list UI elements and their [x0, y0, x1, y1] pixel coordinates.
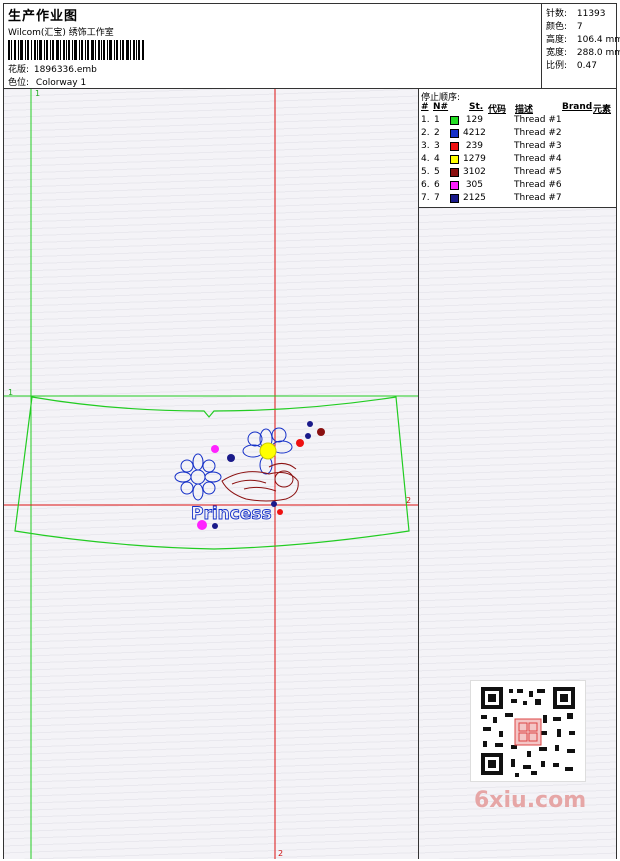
color-swatch: [450, 116, 459, 125]
studio-name: Wilcom(汇宝) 绣饰工作室: [8, 28, 114, 38]
stat-height: 高度: 106.4 mm: [546, 35, 620, 45]
row-num: 1.: [421, 115, 430, 125]
col-st: St.: [469, 102, 484, 112]
row-n: 6: [434, 180, 440, 190]
colorway-label: 色位:: [8, 78, 30, 88]
table-row: 5. 5 3102 Thread #5: [419, 167, 616, 180]
table-row: 3. 3 239 Thread #3: [419, 141, 616, 154]
col-num: #: [421, 102, 429, 112]
row-description: Thread #7: [514, 193, 562, 203]
watermark: 6xiu.com: [474, 788, 587, 813]
page-title: 生产作业图: [8, 9, 79, 24]
table-row: 1. 1 129 Thread #1: [419, 115, 616, 128]
row-n: 3: [434, 141, 440, 151]
row-stitches: 3102: [463, 167, 486, 177]
row-n: 5: [434, 167, 440, 177]
row-stitches: 305: [465, 180, 483, 190]
table-row: 2. 2 4212 Thread #2: [419, 128, 616, 141]
barcode: [8, 40, 144, 60]
row-description: Thread #3: [514, 141, 562, 151]
stat-colors: 颜色: 7: [546, 22, 583, 32]
pattern-label: 花版:: [8, 65, 30, 75]
header: 生产作业图 Wilcom(汇宝) 绣饰工作室 花版: 1896336.emb 色…: [4, 4, 620, 89]
colorway-value: Colorway 1: [35, 78, 87, 88]
color-swatch: [450, 168, 459, 177]
design-text: Princess: [191, 504, 272, 524]
guide-label-top: 1: [35, 89, 40, 98]
guide-label-right: 2: [406, 496, 411, 505]
row-n: 2: [434, 128, 440, 138]
stats-box: 针数: 11393 颜色: 7 高度: 106.4 mm 宽度: 288.0 m…: [541, 4, 620, 88]
color-swatch: [450, 129, 459, 138]
row-num: 5.: [421, 167, 430, 177]
row-description: Thread #4: [514, 154, 562, 164]
stat-stitches: 针数: 11393: [546, 9, 606, 19]
row-description: Thread #6: [514, 180, 562, 190]
design-canvas: 1 1 2 2 Princess: [4, 89, 419, 859]
colorway-row: 色位: Colorway 1: [8, 75, 86, 88]
pattern-value: 1896336.emb: [33, 65, 97, 75]
row-n: 1: [434, 115, 440, 125]
row-num: 2.: [421, 128, 430, 138]
table-row: 7. 7 2125 Thread #7: [419, 193, 616, 206]
qr-svg: [481, 687, 575, 777]
hoop-outline: [14, 396, 410, 550]
color-swatch: [450, 181, 459, 190]
col-brand: Brand: [562, 102, 593, 112]
row-num: 6.: [421, 180, 430, 190]
table-row: 6. 6 305 Thread #6: [419, 180, 616, 193]
stat-width: 宽度: 288.0 mm: [546, 48, 620, 58]
color-swatch: [450, 194, 459, 203]
col-desc: 描述: [515, 105, 534, 115]
row-stitches: 2125: [463, 193, 486, 203]
row-description: Thread #5: [514, 167, 562, 177]
row-num: 3.: [421, 141, 430, 151]
row-stitches: 239: [465, 141, 483, 151]
embroidery-design: Princess: [174, 421, 325, 530]
row-num: 4.: [421, 154, 430, 164]
pattern-row: 花版: 1896336.emb: [8, 62, 97, 75]
row-stitches: 1279: [463, 154, 486, 164]
col-code: 代码: [488, 105, 507, 115]
row-stitches: 4212: [463, 128, 486, 138]
row-n: 4: [434, 154, 440, 164]
guide-label-bottom: 2: [278, 849, 283, 858]
table-row: 4. 4 1279 Thread #4: [419, 154, 616, 167]
row-num: 7.: [421, 193, 430, 203]
row-stitches: 129: [465, 115, 483, 125]
color-swatch: [450, 155, 459, 164]
stat-scale: 比例: 0.47: [546, 61, 597, 71]
col-n: N#: [433, 102, 449, 112]
col-element: 元素: [593, 105, 612, 115]
color-swatch: [450, 142, 459, 151]
design-svg: 1 1 2 2 Princess: [4, 89, 418, 859]
stop-sequence-table: 停止顺序: # N# St. 代码 描述 Brand 元素 1. 1 129 Thre…: [419, 89, 616, 208]
row-description: Thread #1: [514, 115, 562, 125]
row-n: 7: [434, 193, 440, 203]
guide-label-left: 1: [8, 388, 13, 397]
qr-code: [470, 680, 586, 782]
row-description: Thread #2: [514, 128, 562, 138]
